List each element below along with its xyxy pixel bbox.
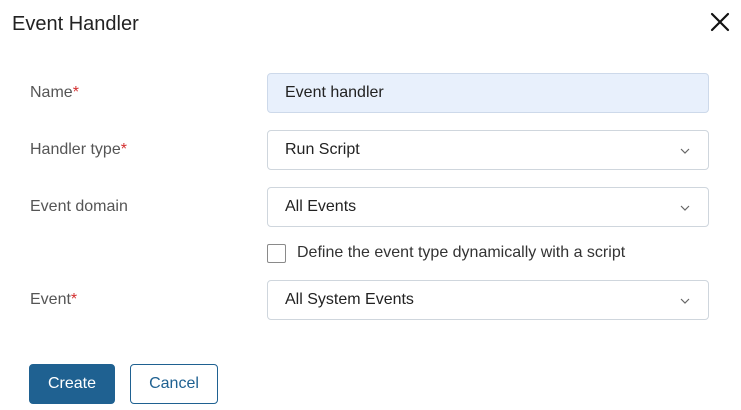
event-domain-row: Event domain All Events (0, 187, 741, 227)
close-icon[interactable] (710, 12, 730, 37)
event-domain-label: Event domain (30, 198, 128, 215)
event-handler-dialog: Event Handler Name* Handler type* Run Sc… (0, 0, 741, 410)
event-row: Event* All System Events (0, 280, 741, 320)
name-label: Name* (30, 84, 79, 101)
handler-type-select[interactable]: Run Script (267, 130, 709, 170)
event-domain-select[interactable]: All Events (267, 187, 709, 227)
name-field[interactable] (267, 73, 709, 113)
event-value: All System Events (285, 291, 414, 308)
cancel-button[interactable]: Cancel (130, 364, 218, 404)
handler-type-label: Handler type* (30, 141, 127, 158)
chevron-down-icon (678, 144, 692, 158)
required-mark: * (72, 84, 79, 101)
event-domain-value: All Events (285, 198, 357, 215)
create-button[interactable]: Create (29, 364, 115, 404)
name-input[interactable] (285, 74, 708, 112)
name-row: Name* (0, 73, 741, 113)
event-label: Event* (30, 291, 78, 308)
chevron-down-icon (678, 201, 692, 215)
dialog-title: Event Handler (12, 13, 139, 35)
dynamic-event-type-label[interactable]: Define the event type dynamically with a… (297, 244, 625, 262)
required-mark: * (70, 291, 78, 308)
handler-type-value: Run Script (285, 141, 360, 158)
dynamic-event-type-option[interactable]: Define the event type dynamically with a… (267, 243, 625, 263)
required-mark: * (120, 141, 127, 158)
chevron-down-icon (678, 294, 692, 308)
event-select[interactable]: All System Events (267, 280, 709, 320)
handler-type-row: Handler type* Run Script (0, 130, 741, 170)
close-button[interactable] (704, 8, 736, 40)
dynamic-event-type-checkbox[interactable] (267, 243, 286, 263)
